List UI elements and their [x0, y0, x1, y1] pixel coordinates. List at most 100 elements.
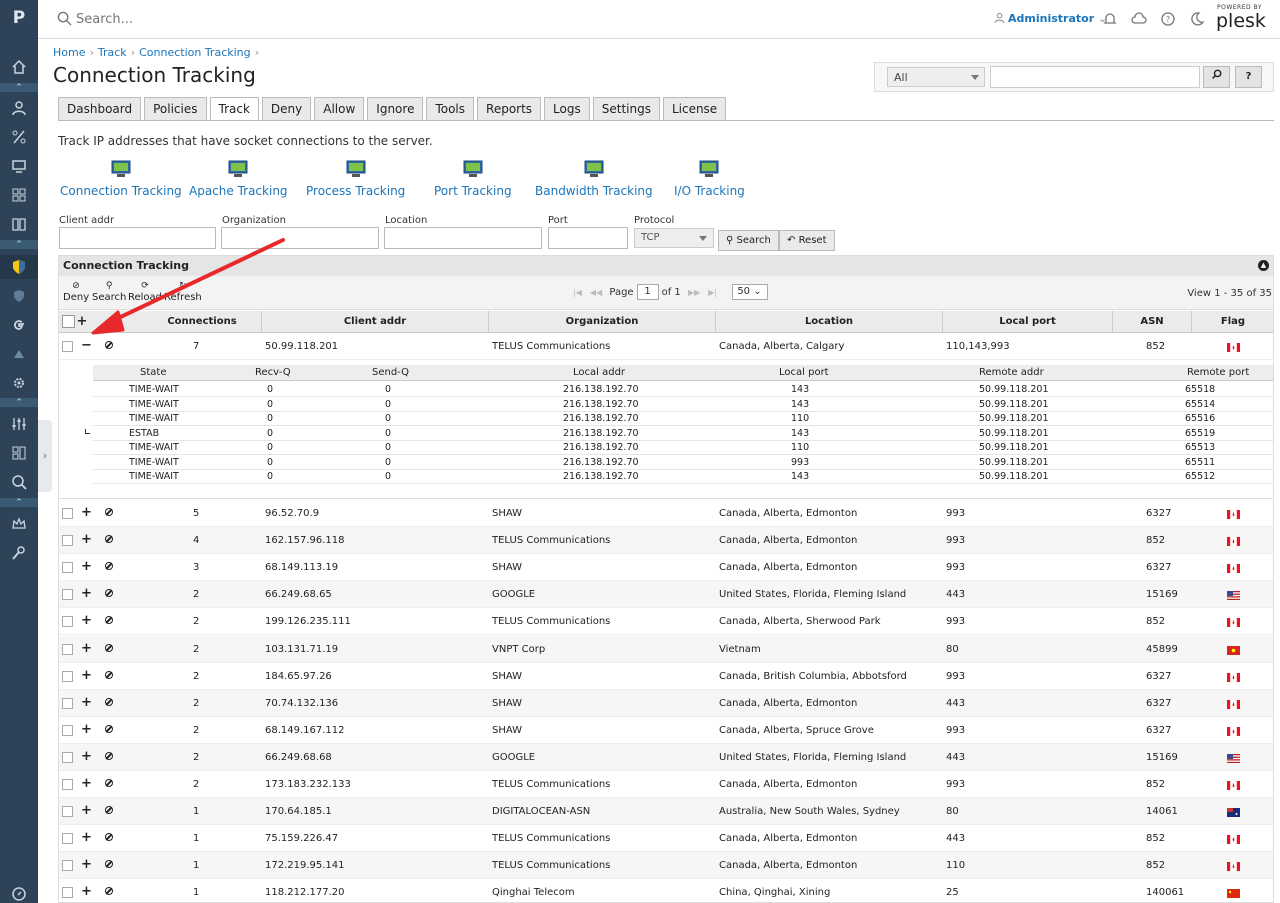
row-checkbox[interactable]: [62, 670, 73, 682]
deny-ip-icon[interactable]: [105, 724, 113, 733]
table-row[interactable]: +2 103.131.71.19 VNPT Corp Vietnam 80 45899: [59, 635, 1273, 663]
deny-ip-icon[interactable]: [105, 670, 113, 679]
grid-icon[interactable]: [11, 187, 27, 203]
tab-ignore[interactable]: Ignore: [367, 97, 424, 121]
col-organization[interactable]: Organization: [489, 311, 716, 333]
collapse-caret-icon[interactable]: ^: [0, 498, 38, 507]
home-icon[interactable]: [11, 59, 27, 75]
expand-row-icon[interactable]: +: [81, 831, 92, 844]
col-plus[interactable]: +: [75, 311, 89, 333]
gear-icon[interactable]: [11, 375, 27, 391]
table-row[interactable]: +2 66.249.68.65 GOOGLE United States, Flori…: [59, 581, 1273, 609]
collapse-caret-icon[interactable]: ^: [0, 398, 38, 407]
row-checkbox[interactable]: [62, 887, 73, 899]
tab-dashboard[interactable]: Dashboard: [58, 97, 142, 121]
row-checkbox[interactable]: [62, 806, 73, 818]
link-i-o-tracking[interactable]: I/O Tracking: [674, 160, 745, 198]
extension-icon[interactable]: [11, 346, 27, 362]
reset-button[interactable]: ↶ Reset: [779, 230, 835, 251]
expand-row-icon[interactable]: +: [81, 506, 92, 519]
row-checkbox[interactable]: [62, 860, 73, 872]
table-row[interactable]: +3 68.149.113.19 SHAW Canada, Alberta, Edmo…: [59, 554, 1273, 582]
plesk-logo[interactable]: P: [0, 8, 38, 28]
tab-license[interactable]: License: [662, 97, 727, 121]
row-checkbox[interactable]: [62, 508, 73, 519]
row-checkbox[interactable]: [62, 643, 73, 655]
port-input[interactable]: [548, 227, 628, 249]
deny-ip-icon[interactable]: [105, 508, 113, 516]
expand-row-icon[interactable]: +: [81, 587, 92, 600]
col-connections[interactable]: Connections: [143, 311, 262, 333]
link-connection-tracking[interactable]: Connection Tracking: [60, 160, 182, 198]
collapse-row-icon[interactable]: −: [81, 339, 92, 352]
breadcrumb-track[interactable]: Track: [98, 46, 127, 59]
cloud-icon[interactable]: [1131, 11, 1147, 27]
tab-logs[interactable]: Logs: [544, 97, 590, 121]
expand-row-icon[interactable]: +: [81, 750, 92, 763]
collapse-caret-icon[interactable]: ^: [0, 83, 38, 92]
book-icon[interactable]: [11, 216, 27, 232]
protocol-select[interactable]: TCP: [634, 228, 714, 248]
col-local-port[interactable]: Local port: [943, 311, 1113, 333]
help-icon[interactable]: ?: [1160, 11, 1176, 27]
search-tool-button[interactable]: ⚲ Search: [92, 280, 126, 303]
first-page-icon[interactable]: |◀: [573, 288, 582, 297]
expand-row-icon[interactable]: +: [81, 560, 92, 573]
expand-row-icon[interactable]: +: [81, 777, 92, 790]
last-page-icon[interactable]: ▶|: [708, 288, 717, 297]
deny-ip-icon[interactable]: [105, 697, 113, 706]
expand-row-icon[interactable]: +: [81, 533, 92, 546]
row-checkbox[interactable]: [62, 616, 73, 628]
expand-row-icon[interactable]: +: [81, 858, 92, 871]
deny-ip-icon[interactable]: [105, 779, 113, 787]
row-checkbox[interactable]: [62, 589, 73, 601]
breadcrumb-home[interactable]: Home: [53, 46, 85, 59]
tab-policies[interactable]: Policies: [144, 97, 207, 121]
organization-input[interactable]: [221, 227, 379, 249]
table-row[interactable]: +2 68.149.167.112 SHAW Canada, Alberta, Spr…: [59, 717, 1273, 744]
crown-icon[interactable]: [11, 516, 27, 532]
user-menu[interactable]: Administrator ⌄: [994, 12, 1107, 25]
reload-tool-button[interactable]: ⟳ Reload: [128, 280, 162, 303]
row-checkbox[interactable]: [62, 535, 73, 547]
notification-bell-icon[interactable]: [1102, 11, 1118, 27]
location-input[interactable]: [384, 227, 542, 249]
expand-row-icon[interactable]: +: [81, 696, 92, 709]
table-row[interactable]: +5 96.52.70.9 SHAW Canada, Alberta, Edmonto…: [59, 500, 1273, 527]
collapse-caret-icon[interactable]: ^: [0, 240, 38, 249]
col-client-addr[interactable]: Client addr: [262, 311, 489, 333]
page-input[interactable]: 1: [636, 284, 659, 300]
table-row[interactable]: +1 172.219.95.141 TELUS Communications Cana…: [59, 852, 1273, 880]
table-row[interactable]: +2 70.74.132.136 SHAW Canada, Alberta, Edmo…: [59, 689, 1273, 717]
percent-icon[interactable]: [11, 129, 27, 145]
tab-tools[interactable]: Tools: [426, 97, 475, 121]
table-row[interactable]: − 7 50.99.118.201 TELUS Communications Canad…: [59, 333, 1273, 360]
deny-ip-icon[interactable]: [105, 643, 113, 652]
table-row[interactable]: +1 118.212.177.20 Qinghai Telecom China, Qi…: [59, 879, 1273, 902]
next-page-icon[interactable]: ▶▶: [688, 288, 700, 297]
monitor-icon[interactable]: [11, 158, 27, 174]
deny-ip-icon[interactable]: [105, 616, 113, 625]
col-flag[interactable]: Flag: [1192, 311, 1273, 333]
table-row[interactable]: +4 162.157.96.118 TELUS Communications Cana…: [59, 527, 1273, 555]
expand-row-icon[interactable]: +: [81, 642, 92, 655]
row-checkbox[interactable]: [62, 751, 73, 763]
user-icon[interactable]: [11, 100, 27, 116]
expand-row-icon[interactable]: +: [81, 723, 92, 736]
deny-tool-button[interactable]: ⊘ Deny: [63, 280, 89, 303]
row-checkbox[interactable]: [62, 833, 73, 845]
row-checkbox[interactable]: [62, 724, 73, 736]
deny-ip-icon[interactable]: [105, 341, 113, 349]
table-row[interactable]: +2 184.65.97.26 SHAW Canada, British Columb…: [59, 663, 1273, 690]
tab-allow[interactable]: Allow: [314, 97, 365, 121]
filter-scope-select[interactable]: All: [887, 67, 985, 87]
search-button[interactable]: ⚲ Search: [718, 230, 779, 251]
link-bandwidth-tracking[interactable]: Bandwidth Tracking: [535, 160, 653, 198]
tab-settings[interactable]: Settings: [592, 97, 660, 121]
dashboard-icon[interactable]: [11, 445, 27, 461]
collapse-panel-icon[interactable]: ▲: [1258, 260, 1269, 271]
row-checkbox[interactable]: [62, 562, 73, 574]
breadcrumb-connection-tracking[interactable]: Connection Tracking: [139, 46, 251, 59]
wrench-icon[interactable]: [11, 545, 27, 561]
deny-ip-icon[interactable]: [105, 751, 113, 760]
